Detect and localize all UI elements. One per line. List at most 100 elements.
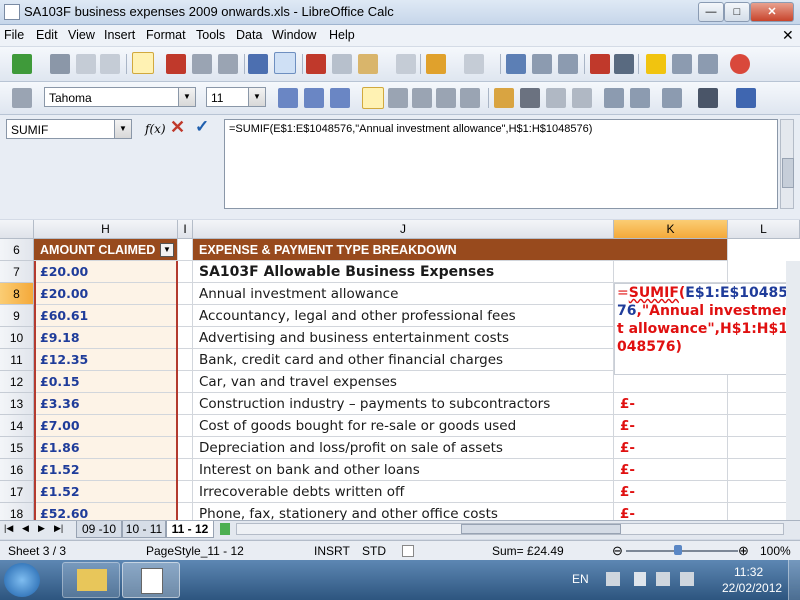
cell-description[interactable]: Phone, fax, stationery and other office … bbox=[193, 503, 614, 520]
cell-description[interactable]: Irrecoverable debts written off bbox=[193, 481, 614, 503]
cell-description[interactable]: SA103F Allowable Business Expenses bbox=[193, 261, 614, 283]
sort-descending-icon[interactable] bbox=[558, 54, 578, 74]
chevron-down-icon[interactable]: ▼ bbox=[248, 88, 265, 106]
currency-format-icon[interactable] bbox=[494, 88, 514, 108]
export-pdf-icon[interactable] bbox=[166, 54, 186, 74]
align-left-icon[interactable] bbox=[362, 87, 384, 109]
copy-icon[interactable] bbox=[332, 54, 352, 74]
cell-description[interactable]: Cost of goods bought for re-sale or good… bbox=[193, 415, 614, 437]
clock-date[interactable]: 22/02/2012 bbox=[722, 581, 782, 595]
keyboard-icon[interactable] bbox=[606, 572, 620, 586]
cell-description[interactable]: Advertising and business entertainment c… bbox=[193, 327, 614, 349]
cell-i[interactable] bbox=[178, 415, 193, 437]
underline-icon[interactable] bbox=[330, 88, 350, 108]
last-sheet-icon[interactable]: ▶| bbox=[54, 523, 63, 534]
flag-icon[interactable] bbox=[634, 572, 646, 586]
column-header-i[interactable]: I bbox=[178, 220, 193, 239]
menu-insert[interactable]: Insert bbox=[104, 28, 135, 42]
redo-icon[interactable] bbox=[464, 54, 484, 74]
print-preview-icon[interactable] bbox=[218, 54, 238, 74]
function-wizard-icon[interactable]: f(x) bbox=[145, 122, 166, 136]
align-center-icon[interactable] bbox=[388, 88, 408, 108]
clock-time[interactable]: 11:32 bbox=[734, 565, 763, 579]
cell-amount[interactable]: £1.52 bbox=[34, 481, 178, 503]
previous-sheet-icon[interactable]: ◀ bbox=[22, 523, 29, 534]
cell-k[interactable] bbox=[614, 261, 728, 283]
cell-k[interactable]: £- bbox=[614, 437, 728, 459]
chart-icon[interactable] bbox=[590, 54, 610, 74]
close-document-icon[interactable]: ✕ bbox=[782, 27, 794, 44]
font-name-box[interactable]: Tahoma ▼ bbox=[44, 87, 196, 107]
align-right-icon[interactable] bbox=[412, 88, 432, 108]
accept-icon[interactable]: ✓ bbox=[195, 117, 209, 137]
page-style[interactable]: PageStyle_11 - 12 bbox=[146, 544, 244, 558]
maximize-button[interactable]: □ bbox=[724, 2, 750, 22]
styles-icon[interactable] bbox=[12, 88, 32, 108]
menu-format[interactable]: Format bbox=[146, 28, 186, 42]
background-color-icon[interactable] bbox=[736, 88, 756, 108]
cell-amount[interactable]: £1.86 bbox=[34, 437, 178, 459]
show-desktop-button[interactable] bbox=[788, 560, 800, 600]
italic-icon[interactable] bbox=[304, 88, 324, 108]
cut-icon[interactable] bbox=[306, 54, 326, 74]
cell-i[interactable] bbox=[178, 349, 193, 371]
cell-amount[interactable]: £20.00 bbox=[34, 283, 178, 305]
zoom-in-icon[interactable]: ⊕ bbox=[738, 543, 749, 559]
cell-amount[interactable]: £60.61 bbox=[34, 305, 178, 327]
sheet-tab-10-11[interactable]: 10 - 11 bbox=[122, 521, 166, 538]
next-sheet-icon[interactable]: ▶ bbox=[38, 523, 45, 534]
cell-i[interactable] bbox=[178, 437, 193, 459]
cell-k[interactable]: £- bbox=[614, 481, 728, 503]
sheet-tab-09-10[interactable]: 09 -10 bbox=[76, 521, 122, 538]
scroll-thumb[interactable] bbox=[782, 158, 794, 188]
cell-i6[interactable] bbox=[178, 239, 193, 261]
autofilter-dropdown-icon[interactable]: ▼ bbox=[160, 243, 174, 257]
data-sources-icon[interactable] bbox=[698, 54, 718, 74]
minimize-button[interactable]: — bbox=[698, 2, 724, 22]
zoom-out-icon[interactable]: ⊖ bbox=[612, 543, 623, 559]
taskbar-calc-button[interactable] bbox=[122, 562, 180, 598]
zoom-slider[interactable] bbox=[626, 550, 738, 552]
chevron-down-icon[interactable]: ▼ bbox=[178, 88, 195, 106]
sort-ascending-icon[interactable] bbox=[532, 54, 552, 74]
menu-file[interactable]: File bbox=[4, 28, 24, 42]
cell-description[interactable]: Interest on bank and other loans bbox=[193, 459, 614, 481]
cell-amount[interactable]: £1.52 bbox=[34, 459, 178, 481]
row-header[interactable]: 12 bbox=[0, 371, 34, 393]
autospellcheck-icon[interactable] bbox=[274, 52, 296, 74]
cell-i[interactable] bbox=[178, 283, 193, 305]
row-header[interactable]: 10 bbox=[0, 327, 34, 349]
sheet-tab-11-12[interactable]: 11 - 12 bbox=[166, 521, 214, 538]
bold-icon[interactable] bbox=[278, 88, 298, 108]
cancel-icon[interactable]: ✕ bbox=[170, 117, 185, 138]
print-icon[interactable] bbox=[192, 54, 212, 74]
menu-window[interactable]: Window bbox=[272, 28, 316, 42]
cell-amount[interactable]: £12.35 bbox=[34, 349, 178, 371]
row-header[interactable]: 18 bbox=[0, 503, 34, 520]
edit-mode-icon[interactable] bbox=[132, 52, 154, 74]
line-style-icon[interactable] bbox=[698, 88, 718, 108]
add-sheet-icon[interactable] bbox=[220, 523, 230, 535]
cell-amount[interactable]: £7.00 bbox=[34, 415, 178, 437]
borders-icon[interactable] bbox=[662, 88, 682, 108]
language-indicator[interactable]: EN bbox=[572, 572, 589, 586]
row-header[interactable]: 11 bbox=[0, 349, 34, 371]
increase-indent-icon[interactable] bbox=[630, 88, 650, 108]
row-header[interactable]: 17 bbox=[0, 481, 34, 503]
close-window-button[interactable]: ✕ bbox=[750, 2, 794, 22]
zoom-level[interactable]: 100% bbox=[760, 544, 791, 558]
zoom-slider-thumb[interactable] bbox=[674, 545, 682, 555]
cell-k[interactable]: £- bbox=[614, 393, 728, 415]
row-header[interactable]: 14 bbox=[0, 415, 34, 437]
cell-i[interactable] bbox=[178, 393, 193, 415]
vertical-scrollbar[interactable] bbox=[786, 261, 800, 520]
percent-format-icon[interactable] bbox=[520, 88, 540, 108]
cell-amount[interactable]: £0.15 bbox=[34, 371, 178, 393]
selection-mode[interactable]: STD bbox=[362, 544, 386, 558]
navigator-icon[interactable] bbox=[646, 54, 666, 74]
font-size-box[interactable]: 11 ▼ bbox=[206, 87, 266, 107]
cell-amount[interactable]: £3.36 bbox=[34, 393, 178, 415]
new-document-icon[interactable] bbox=[12, 54, 32, 74]
cell-i[interactable] bbox=[178, 503, 193, 520]
decrease-indent-icon[interactable] bbox=[604, 88, 624, 108]
